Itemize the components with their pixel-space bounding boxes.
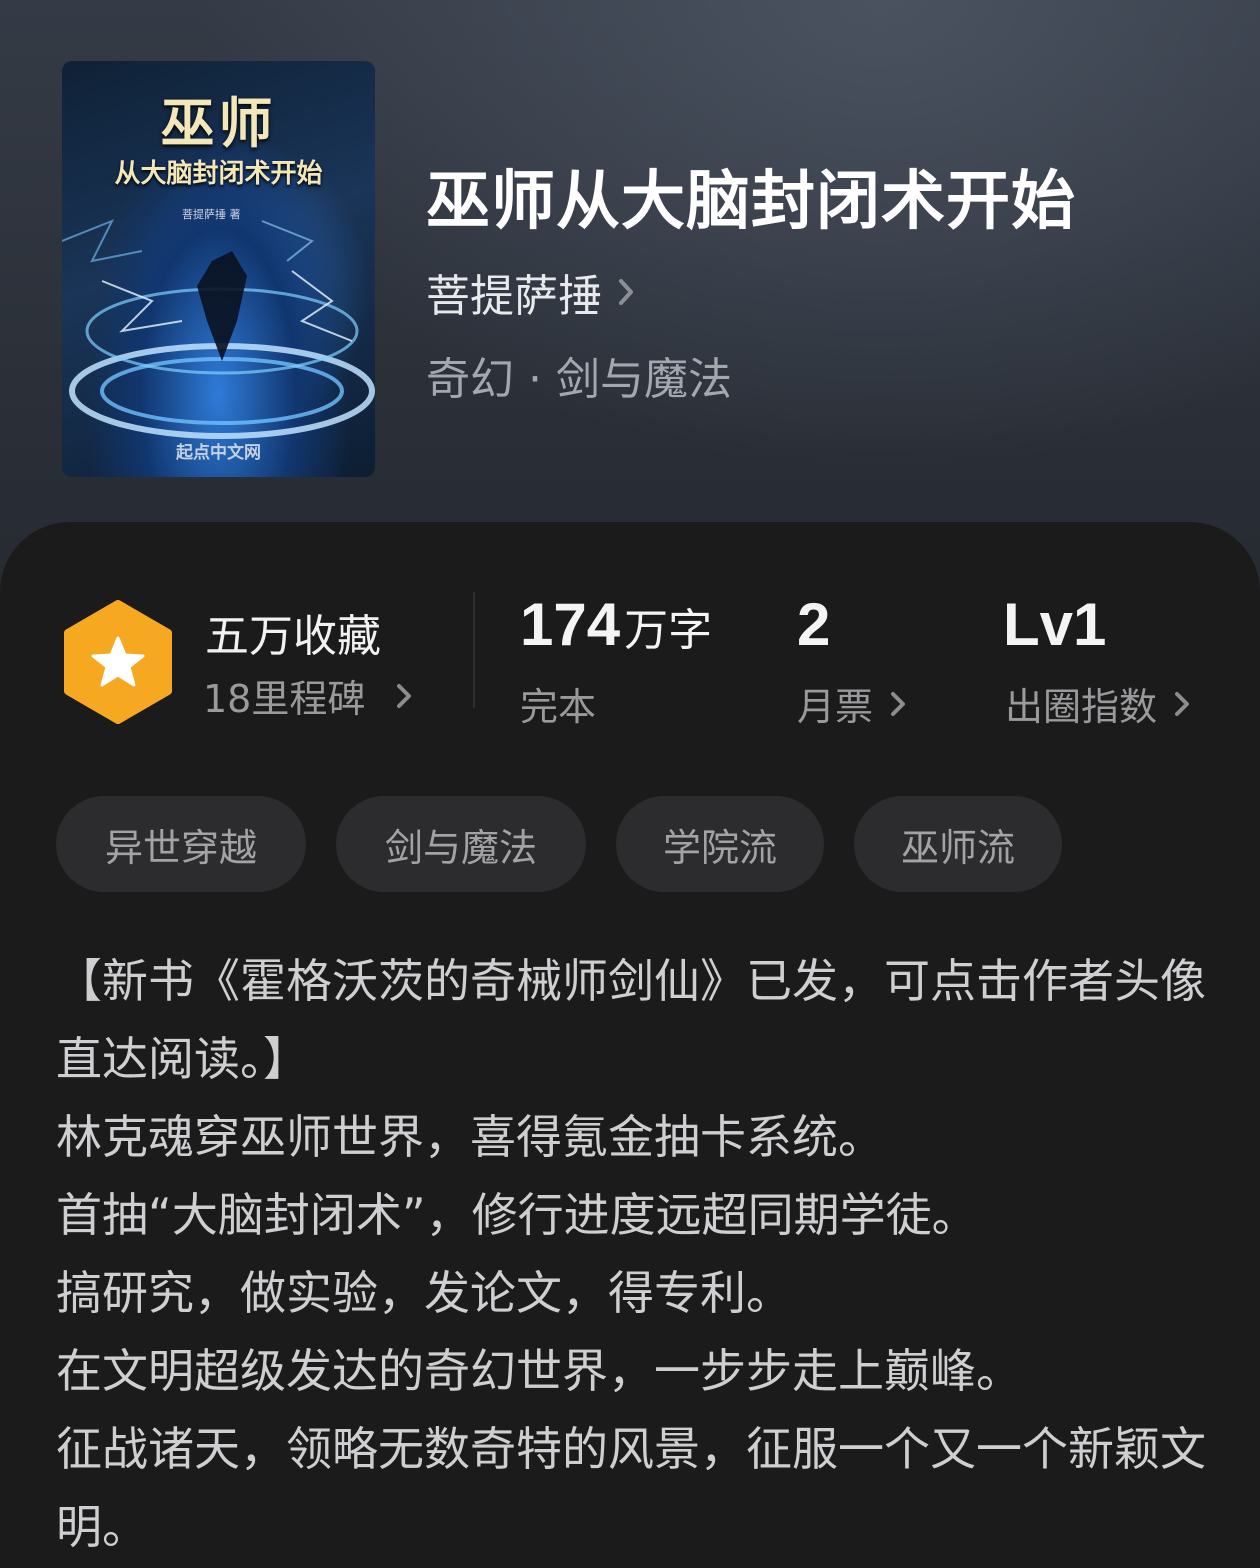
monthly-tickets-count: 2 (797, 590, 830, 659)
book-cover[interactable]: 巫师 从大脑封闭术开始 菩提萨捶 著 起点中文网 (62, 61, 375, 477)
monthly-tickets-link[interactable]: 月票 (797, 676, 909, 731)
tag-chip[interactable]: 剑与魔法 (336, 796, 586, 892)
word-count-number: 174 (520, 591, 621, 658)
favorites-count: 五万收藏 (205, 611, 381, 662)
completion-status: 完本 (520, 685, 597, 729)
chevron-right-icon (619, 279, 633, 305)
cover-subtitle: 从大脑封闭术开始 (114, 159, 323, 189)
stats-divider (473, 592, 475, 708)
tag-chip[interactable]: 异世穿越 (56, 796, 306, 892)
popularity-level: Lv1 (1003, 590, 1106, 659)
milestones-link[interactable]: 18里程碑 (203, 668, 415, 723)
book-title: 巫师从大脑封闭术开始 (426, 164, 1076, 239)
chevron-right-icon (891, 691, 906, 716)
chevron-right-icon (397, 683, 412, 708)
synopsis-paragraph: 首抽“大脑封闭术”，修行进度远超同期学徒。 (56, 1188, 978, 1242)
synopsis-paragraph: 林克魂穿巫师世界，喜得氪金抽卡系统。 (56, 1110, 884, 1164)
cover-title: 巫师 (160, 91, 277, 155)
synopsis-paragraph: 征战诸天，领略无数奇特的风景，征服一个又一个新颖文明。 (56, 1422, 1206, 1554)
monthly-tickets-number: 2 (797, 591, 831, 658)
synopsis-paragraph: 搞研究，做实验，发论文，得专利。 (56, 1266, 792, 1320)
cover-author: 菩提萨捶 著 (182, 208, 241, 221)
word-count: 174万字 (520, 590, 712, 659)
word-count-unit: 万字 (624, 605, 713, 656)
book-synopsis: 【新书《霍格沃茨的奇械师剑仙》已发，可点击作者头像直达阅读。】 林克魂穿巫师世界… (56, 942, 1206, 1566)
cover-publisher: 起点中文网 (176, 443, 261, 463)
tag-chip[interactable]: 学院流 (616, 796, 824, 892)
popularity-level-value: Lv1 (1003, 591, 1107, 658)
chevron-right-icon (1175, 691, 1190, 716)
star-badge-icon (64, 600, 172, 724)
synopsis-paragraph: 【新书《霍格沃茨的奇械师剑仙》已发，可点击作者头像直达阅读。】 (56, 954, 1206, 1086)
popularity-index-link[interactable]: 出圈指数 (1005, 676, 1193, 731)
popularity-index-label: 出圈指数 (1005, 685, 1158, 729)
synopsis-paragraph: 在文明超级发达的奇幻世界，一步步走上巅峰。 (56, 1344, 1022, 1398)
author-link[interactable]: 菩提萨捶 (426, 260, 638, 324)
tag-chip[interactable]: 巫师流 (854, 796, 1062, 892)
milestones-label: 18里程碑 (203, 677, 366, 721)
genre-line: 奇幻 · 剑与魔法 (426, 354, 732, 405)
author-name: 菩提萨捶 (426, 271, 602, 322)
monthly-tickets-label: 月票 (797, 685, 874, 729)
